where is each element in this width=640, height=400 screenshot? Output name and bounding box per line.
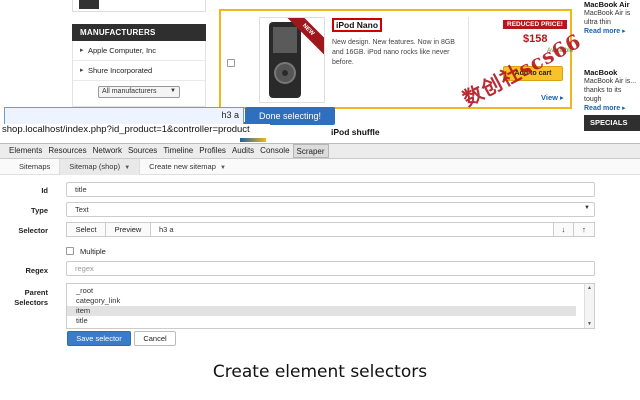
manufacturer-link[interactable]: Shure Incorporated <box>73 61 205 81</box>
parent-selectors-label-line1: Parent <box>24 288 48 297</box>
parent-selectors-label-line2: Selectors <box>14 298 48 307</box>
select-button[interactable]: Select <box>66 222 106 237</box>
tab-network[interactable]: Network <box>90 144 125 158</box>
view-link[interactable]: View ▸ <box>541 93 564 102</box>
multiple-checkbox[interactable] <box>66 247 74 255</box>
tab-sources[interactable]: Sources <box>125 144 160 158</box>
sidebar-title[interactable]: MacBook Air <box>584 0 640 9</box>
read-more-link[interactable]: Read more ▸ <box>584 27 640 36</box>
type-select-value: Text <box>75 205 89 214</box>
product-title-link-2[interactable]: iPod shuffle <box>331 127 380 137</box>
specials-heading: SPECIALS <box>584 115 640 131</box>
manufacturers-heading: MANUFACTURERS <box>72 24 206 41</box>
devtools-panel: Elements Resources Network Sources Timel… <box>0 143 640 346</box>
ipod-image <box>269 22 301 98</box>
nav-create-sitemap-label: Create new sitemap <box>149 161 216 171</box>
reduced-price-badge: REDUCED PRICE! <box>503 20 567 29</box>
page-url: shop.localhost/index.php?id_product=1&co… <box>0 124 270 138</box>
preview-button[interactable]: Preview <box>105 222 151 237</box>
listbox-scrollbar[interactable]: ▲ ▼ <box>584 284 594 328</box>
parent-selectors-list[interactable]: _root category_link item title ▲ ▼ <box>66 283 595 329</box>
tab-console[interactable]: Console <box>257 144 292 158</box>
chevron-down-icon: ▼ <box>170 88 176 94</box>
compare-checkbox[interactable] <box>227 59 235 67</box>
parent-option[interactable]: category_link <box>67 296 576 306</box>
selection-toolbar: h3 a Done selecting! <box>4 107 335 125</box>
read-more-link[interactable]: Read more ▸ <box>584 104 640 113</box>
chevron-down-icon: ▼ <box>584 205 590 211</box>
id-label: Id <box>41 186 48 195</box>
move-down-button[interactable]: ↓ <box>553 222 574 237</box>
storefront-page: MANUFACTURERS Apple Computer, Inc Shure … <box>0 0 640 143</box>
selector-label: Selector <box>18 226 48 235</box>
tab-profiles[interactable]: Profiles <box>196 144 229 158</box>
type-label: Type <box>31 206 48 215</box>
manufacturers-block: MANUFACTURERS Apple Computer, Inc Shure … <box>72 24 206 107</box>
scroll-down-icon: ▼ <box>587 321 592 327</box>
manufacturers-list: Apple Computer, Inc Shure Incorporated A… <box>72 41 206 107</box>
scraper-nav: Sitemaps Sitemap (shop) ▼ Create new sit… <box>0 158 640 175</box>
devtools-tabs: Elements Resources Network Sources Timel… <box>0 144 640 159</box>
product-description: New design. New features. Now in 8GB and… <box>332 39 455 66</box>
multiple-label: Multiple <box>80 247 106 256</box>
parent-option[interactable]: _root <box>67 286 576 296</box>
sidebar-text: MacBook Air is ultra thin <box>584 10 631 26</box>
tab-elements[interactable]: Elements <box>6 144 45 158</box>
product-image[interactable]: NEW <box>259 17 325 103</box>
manufacturer-link[interactable]: Apple Computer, Inc <box>73 41 205 61</box>
parent-option-selected[interactable]: item <box>67 306 576 316</box>
right-sidebar: MacBook Air MacBook Air is ultra thin Re… <box>584 0 640 113</box>
regex-input[interactable]: regex <box>66 261 595 276</box>
tab-resources[interactable]: Resources <box>45 144 89 158</box>
selector-input[interactable]: h3 a <box>150 222 554 237</box>
nav-sitemaps[interactable]: Sitemaps <box>10 159 59 175</box>
caret-down-icon: ▼ <box>219 164 226 171</box>
done-selecting-button[interactable]: Done selecting! <box>245 107 335 125</box>
cancel-button[interactable]: Cancel <box>134 331 176 346</box>
tab-scraper[interactable]: Scraper <box>292 144 329 158</box>
move-up-button[interactable]: ↑ <box>573 222 595 237</box>
type-select[interactable]: Text ▼ <box>66 202 595 217</box>
nav-current-sitemap[interactable]: Sitemap (shop) ▼ <box>59 158 141 175</box>
product-thumbnail[interactable] <box>72 0 206 12</box>
manufacturers-select-value: All manufacturers <box>102 88 157 95</box>
tab-audits[interactable]: Audits <box>229 144 257 158</box>
caption-text: Create element selectors <box>212 362 428 382</box>
sidebar-title[interactable]: MacBook <box>584 68 640 77</box>
id-input[interactable]: title <box>66 182 595 197</box>
product-title-link[interactable]: iPod Nano <box>332 18 383 32</box>
scroll-up-icon: ▲ <box>587 285 592 291</box>
nav-current-sitemap-label: Sitemap (shop) <box>69 161 121 171</box>
sidebar-text: MacBook Air is... thanks to its tough <box>584 78 637 103</box>
tab-timeline[interactable]: Timeline <box>160 144 196 158</box>
nav-create-sitemap[interactable]: Create new sitemap ▼ <box>140 159 235 175</box>
save-selector-button[interactable]: Save selector <box>67 331 131 346</box>
parent-selectors-label: Parent Selectors <box>0 288 48 308</box>
parent-option[interactable]: title <box>67 316 576 326</box>
regex-label: Regex <box>25 266 48 275</box>
selected-selector-field[interactable]: h3 a <box>4 107 244 125</box>
manufacturers-select[interactable]: All manufacturers ▼ <box>98 86 180 98</box>
caret-down-icon: ▼ <box>124 164 131 171</box>
